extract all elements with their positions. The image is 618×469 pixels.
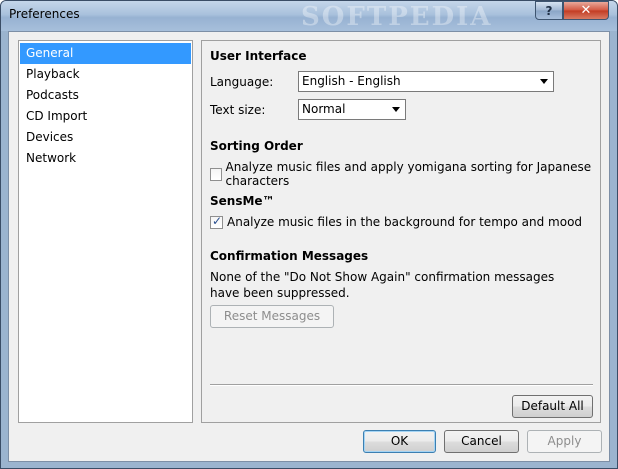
sensme-checkbox-label: Analyze music files in the background fo… xyxy=(227,215,583,229)
cancel-button[interactable]: Cancel xyxy=(444,430,519,453)
yomigana-checkbox[interactable] xyxy=(210,167,222,181)
help-icon: ? xyxy=(545,3,553,18)
sorting-order-heading: Sorting Order xyxy=(210,139,303,153)
sidebar-item-playback[interactable]: Playback xyxy=(20,64,191,85)
category-list: General Playback Podcasts CD Import Devi… xyxy=(18,40,193,423)
general-settings-panel: User Interface Language: English - Engli… xyxy=(201,40,601,423)
sensme-checkbox[interactable] xyxy=(210,214,223,229)
reset-messages-button[interactable]: Reset Messages xyxy=(210,305,334,328)
chevron-down-icon xyxy=(540,79,548,84)
ok-button[interactable]: OK xyxy=(363,430,436,453)
close-button[interactable]: ✕ xyxy=(563,1,609,20)
text-size-select[interactable]: Normal xyxy=(298,99,406,120)
sidebar-item-general[interactable]: General xyxy=(20,43,191,64)
sidebar-item-podcasts[interactable]: Podcasts xyxy=(20,85,191,106)
softpedia-watermark: SOFTPEDIA xyxy=(301,2,493,32)
window-title: Preferences xyxy=(9,7,80,21)
sidebar-item-cd-import[interactable]: CD Import xyxy=(20,106,191,127)
default-all-button[interactable]: Default All xyxy=(512,395,593,418)
panel-divider xyxy=(210,384,593,386)
confirmation-messages-heading: Confirmation Messages xyxy=(210,249,369,263)
user-interface-heading: User Interface xyxy=(210,49,307,63)
sidebar-item-network[interactable]: Network xyxy=(20,148,191,169)
title-bar[interactable]: Preferences SOFTPEDIA ? ✕ xyxy=(1,1,617,32)
language-label: Language: xyxy=(210,75,274,89)
confirmation-description: None of the "Do Not Show Again" confirma… xyxy=(210,270,555,300)
preferences-window: Preferences SOFTPEDIA ? ✕ General Playba… xyxy=(0,0,618,469)
chevron-down-icon xyxy=(392,107,400,112)
yomigana-option[interactable]: Analyze music files and apply yomigana s… xyxy=(210,160,600,188)
language-value: English - English xyxy=(302,74,401,88)
apply-button[interactable]: Apply xyxy=(527,430,602,453)
text-size-label: Text size: xyxy=(210,103,266,117)
close-icon: ✕ xyxy=(580,3,592,18)
language-select[interactable]: English - English xyxy=(298,71,554,92)
yomigana-checkbox-label: Analyze music files and apply yomigana s… xyxy=(225,160,592,188)
sensme-heading: SensMe™ xyxy=(210,194,275,208)
sidebar-item-devices[interactable]: Devices xyxy=(20,127,191,148)
dialog-client-area: General Playback Podcasts CD Import Devi… xyxy=(8,31,610,462)
help-button[interactable]: ? xyxy=(535,1,563,20)
text-size-value: Normal xyxy=(302,102,346,116)
sensme-option[interactable]: Analyze music files in the background fo… xyxy=(210,214,583,229)
